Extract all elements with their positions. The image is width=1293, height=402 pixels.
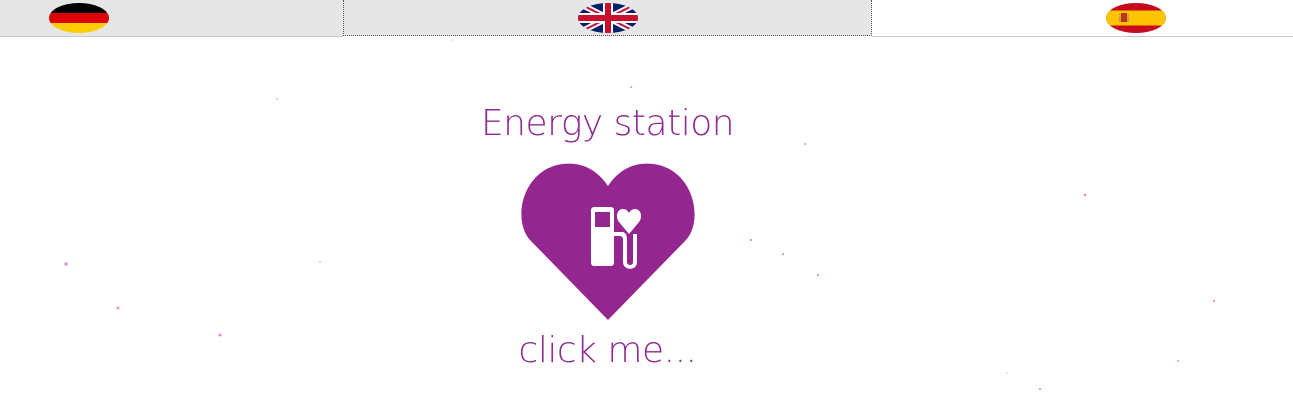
page-title: Energy station (480, 103, 735, 144)
spain-flag-icon (1106, 3, 1166, 33)
uk-flag-icon (577, 2, 638, 33)
language-tab-english[interactable] (343, 0, 872, 36)
language-tab-spanish[interactable] (872, 0, 1293, 37)
language-tab-german[interactable] (0, 0, 343, 37)
germany-flag-icon (49, 3, 109, 33)
click-me-link[interactable]: click me... (0, 330, 1215, 371)
heart-fuel-pump-icon[interactable] (520, 162, 696, 322)
language-bar (0, 0, 1293, 37)
